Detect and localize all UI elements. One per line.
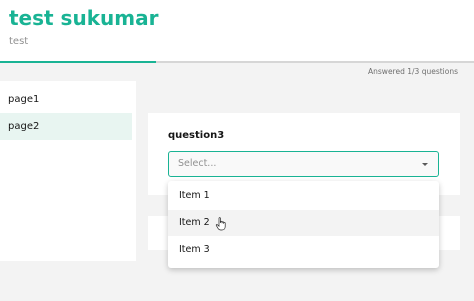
survey-description: test — [9, 36, 29, 47]
dropdown-option-item1[interactable]: Item 1 — [168, 183, 439, 209]
dropdown-placeholder: Select... — [178, 158, 217, 169]
dropdown-option-item3[interactable]: Item 3 — [168, 237, 439, 263]
dropdown-popup: Item 1 Item 2 Item 3 — [168, 181, 439, 268]
progress-bar — [0, 61, 474, 63]
progress-bar-fill — [0, 61, 157, 63]
question-dropdown[interactable]: Select... — [168, 151, 439, 177]
toc-sidebar: page1 page2 — [0, 81, 136, 261]
chevron-down-icon[interactable] — [422, 163, 428, 166]
sidebar-item-page1[interactable]: page1 — [0, 86, 132, 113]
sidebar-item-page2[interactable]: page2 — [0, 113, 132, 140]
question-title: question3 — [168, 130, 225, 141]
dropdown-option-item2[interactable]: Item 2 — [168, 210, 439, 236]
progress-text: Answered 1/3 questions — [368, 67, 458, 76]
survey-header: test sukumar test — [0, 0, 474, 62]
hand-pointer-icon — [215, 217, 226, 231]
survey-title: test sukumar — [9, 6, 159, 30]
